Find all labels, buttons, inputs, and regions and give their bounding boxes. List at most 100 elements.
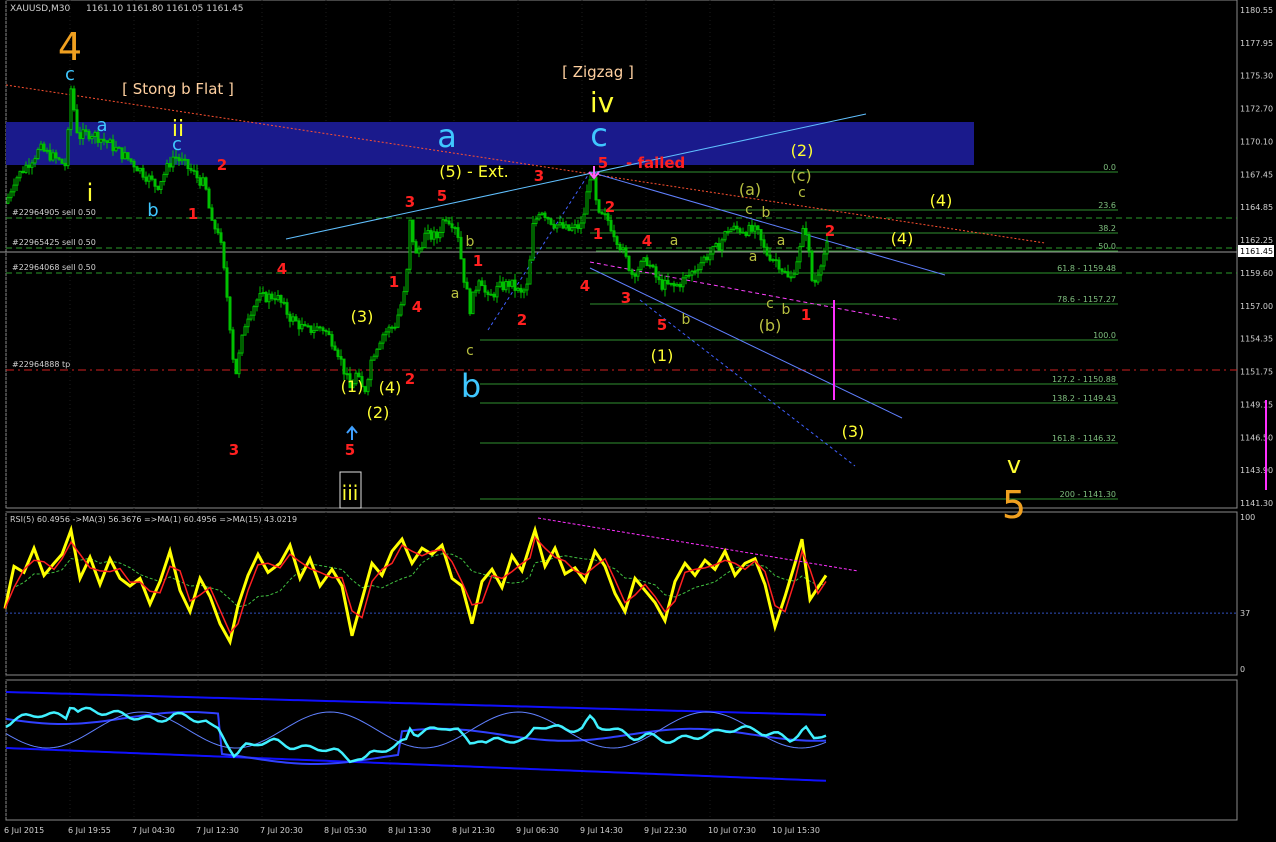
candle-body — [615, 236, 619, 245]
fib-label: 161.8 - 1146.32 — [1052, 434, 1116, 443]
candle-body — [324, 330, 328, 333]
candle-body — [543, 212, 547, 218]
candle-body — [228, 296, 232, 331]
wave-label: iii — [342, 481, 359, 505]
fib-label: 38.2 — [1098, 224, 1116, 233]
candle-body — [513, 279, 517, 291]
candle-body — [42, 143, 46, 152]
wave-label: a — [670, 233, 679, 249]
wave-label: 2 — [217, 156, 227, 174]
fib-label: 200 - 1141.30 — [1060, 490, 1116, 499]
candle-body — [33, 158, 37, 164]
rsi-label: RSI(5) 60.4956 ->MA(3) 56.3676 =>MA(1) 6… — [10, 515, 297, 524]
wave-label: 1 — [188, 205, 198, 223]
price-tick: 1162.25 — [1240, 236, 1273, 245]
time-tick: 9 Jul 22:30 — [644, 826, 687, 835]
wave-label: (2) — [367, 403, 390, 422]
candle-body — [168, 163, 172, 168]
candle-body — [372, 355, 376, 361]
candle-body — [57, 157, 61, 160]
candle-body — [663, 279, 667, 290]
candle-body — [129, 158, 133, 162]
wave-label: (c) — [790, 166, 811, 185]
candle-body — [171, 156, 175, 168]
fib-label: 138.2 - 1149.43 — [1052, 394, 1116, 403]
candle-body — [126, 152, 130, 160]
candle-body — [387, 326, 391, 333]
candle-body — [153, 178, 157, 187]
candle-body — [687, 274, 691, 277]
candle-body — [561, 222, 565, 229]
current-price-label: 1161.45 — [1240, 247, 1273, 256]
candle-body — [486, 291, 490, 295]
candle-body — [522, 289, 526, 293]
candle-body — [189, 167, 193, 171]
candle-body — [234, 358, 238, 375]
candle-body — [306, 325, 310, 328]
candle-body — [30, 162, 34, 168]
candle-body — [339, 356, 343, 360]
time-tick: 7 Jul 12:30 — [196, 826, 239, 835]
candle-body — [429, 230, 433, 240]
candle-body — [705, 256, 709, 261]
candle-body — [582, 213, 586, 224]
candle-body — [594, 176, 598, 201]
candle-body — [537, 214, 541, 220]
candle-body — [207, 188, 211, 209]
time-tick: 9 Jul 14:30 — [580, 826, 623, 835]
price-tick: 1164.85 — [1240, 203, 1273, 212]
candle-body — [732, 225, 736, 230]
candle-body — [402, 291, 406, 306]
fib-label: 0.0 — [1103, 163, 1116, 172]
candle-body — [162, 173, 166, 182]
candle-body — [717, 242, 721, 251]
candle-body — [708, 253, 712, 261]
candle-body — [66, 129, 70, 167]
candle-body — [105, 140, 109, 144]
candle-body — [678, 283, 682, 288]
wave-label: b — [682, 312, 691, 328]
candle-body — [618, 243, 622, 251]
candle-body — [765, 246, 769, 256]
wave-label: (4) — [930, 191, 953, 210]
candle-body — [714, 242, 718, 247]
candle-body — [219, 232, 223, 243]
candle-body — [297, 320, 301, 330]
candle-body — [285, 302, 289, 315]
order-label: #22965425 sell 0.50 — [12, 238, 96, 247]
time-tick: 8 Jul 21:30 — [452, 826, 495, 835]
candle-body — [609, 219, 613, 232]
extension-label: (5) - Ext. — [439, 162, 509, 181]
candle-body — [666, 279, 670, 285]
candle-body — [72, 88, 76, 111]
chart-canvas: 0.0 23.6 38.2 50.0 61.8 - 1159.48 78.6 - 1157… — [0, 0, 1276, 842]
fib-label: 127.2 - 1150.88 — [1052, 375, 1116, 384]
candle-body — [798, 246, 802, 263]
candle-body — [90, 136, 94, 140]
candle-body — [210, 207, 214, 221]
candle-body — [420, 247, 424, 250]
candle-body — [396, 314, 400, 328]
candle-body — [480, 280, 484, 287]
candle-body — [633, 273, 637, 277]
candle-body — [63, 162, 67, 167]
candle-body — [159, 180, 163, 190]
order-label: #22964905 sell 0.50 — [12, 208, 96, 217]
wave-label: 2 — [825, 222, 835, 240]
candle-body — [51, 152, 55, 161]
candle-body — [651, 264, 655, 268]
candle-body — [534, 218, 538, 224]
candle-body — [735, 225, 739, 230]
candle-body — [504, 280, 508, 291]
candle-body — [570, 227, 574, 231]
candle-body — [198, 177, 202, 186]
candle-body — [555, 224, 559, 229]
wave-label: b — [466, 234, 475, 250]
candle-body — [516, 287, 520, 291]
wave-label: (4) — [379, 378, 402, 397]
candle-body — [675, 283, 679, 287]
candle-body — [825, 241, 829, 255]
candle-body — [681, 277, 685, 288]
candle-body — [576, 224, 580, 230]
candle-body — [546, 216, 550, 220]
